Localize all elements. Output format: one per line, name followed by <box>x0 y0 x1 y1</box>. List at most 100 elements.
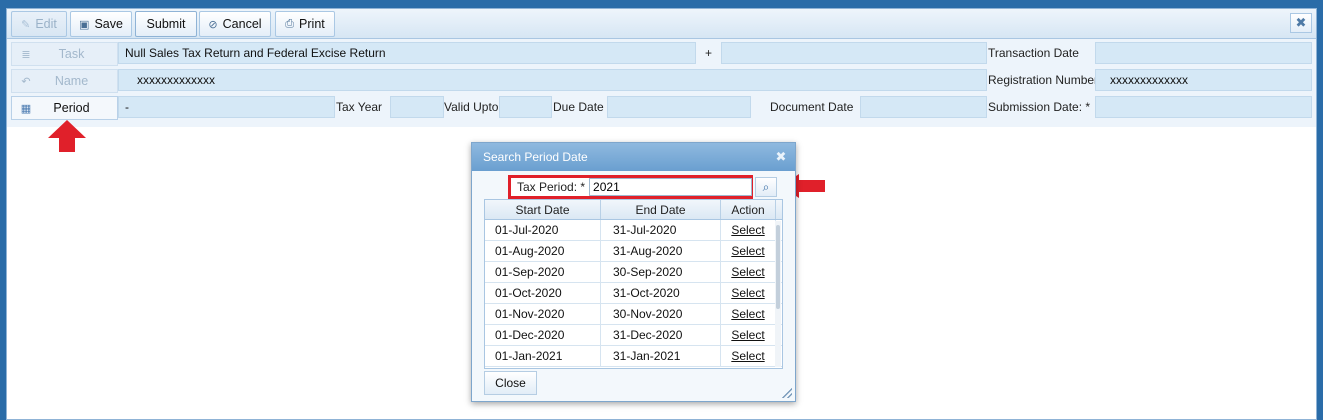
name-field[interactable]: xxxxxxxxxxxxx <box>118 69 987 91</box>
table-row: 01-Aug-2020 31-Aug-2020 Select <box>485 241 782 262</box>
action-cell: Select <box>721 262 776 282</box>
select-link[interactable]: Select <box>731 349 764 363</box>
action-cell: Select <box>721 283 776 303</box>
end-date-cell: 30-Sep-2020 <box>601 262 721 282</box>
submission-date-field[interactable] <box>1095 96 1312 118</box>
sidebar-item-label: Task <box>58 47 85 61</box>
dialog-titlebar[interactable]: Search Period Date ✖ <box>472 143 795 171</box>
table-row: 01-Jan-2021 31-Jan-2021 Select <box>485 346 782 367</box>
select-link[interactable]: Select <box>731 307 764 321</box>
close-button[interactable]: Close <box>484 371 537 395</box>
start-date-cell: 01-Nov-2020 <box>485 304 601 324</box>
tax-period-input[interactable] <box>589 178 753 196</box>
sidebar-item-label: Period <box>53 101 90 115</box>
form-area: ≣ Task Null Sales Tax Return and Federal… <box>7 39 1316 127</box>
close-icon: ✖ <box>1295 15 1307 30</box>
dialog-title: Search Period Date <box>483 150 588 164</box>
select-link[interactable]: Select <box>731 223 764 237</box>
sidebar-item-label: Name <box>54 74 89 88</box>
valid-upto-field[interactable] <box>499 96 552 118</box>
valid-upto-label: Valid Upto <box>444 100 499 114</box>
search-period-dialog: Search Period Date ✖ Tax Period: * ⌕ Sta… <box>471 142 796 402</box>
due-date-label: Due Date <box>553 100 604 114</box>
edit-button-label: Edit <box>35 17 57 31</box>
print-button[interactable]: ⎙ Print <box>275 11 335 37</box>
select-link[interactable]: Select <box>731 328 764 342</box>
start-date-cell: 01-Dec-2020 <box>485 325 601 345</box>
save-button[interactable]: ▣ Save <box>70 11 132 37</box>
print-button-label: Print <box>299 17 325 31</box>
submit-button-label: Submit <box>146 17 186 31</box>
select-link[interactable]: Select <box>731 244 764 258</box>
save-button-label: Save <box>94 17 123 31</box>
search-button[interactable]: ⌕ <box>755 177 777 197</box>
action-cell: Select <box>721 241 776 261</box>
end-date-cell: 31-Dec-2020 <box>601 325 721 345</box>
list-icon: ≣ <box>21 48 31 61</box>
edit-button[interactable]: ✎ Edit <box>11 11 67 37</box>
action-cell: Select <box>721 325 776 345</box>
tax-year-field[interactable] <box>390 96 444 118</box>
sidebar-item-name[interactable]: ↶ Name <box>11 69 118 93</box>
transaction-date-field[interactable] <box>1095 42 1312 64</box>
column-header-action[interactable]: Action <box>721 200 776 219</box>
start-date-cell: 01-Jan-2021 <box>485 346 601 366</box>
select-link[interactable]: Select <box>731 286 764 300</box>
tax-period-label: Tax Period: * <box>517 180 586 194</box>
floppy-disk-icon: ▣ <box>79 18 90 31</box>
pencil-icon: ✎ <box>21 18 31 31</box>
table-row: 01-Nov-2020 30-Nov-2020 Select <box>485 304 782 325</box>
toolbar: ✎ Edit ▣ Save Submit ⊘ Cancel ⎙ Print ✖ <box>7 9 1316 39</box>
end-date-cell: 31-Jul-2020 <box>601 220 721 240</box>
table-row: 01-Dec-2020 31-Dec-2020 Select <box>485 325 782 346</box>
window-close-button[interactable]: ✖ <box>1290 13 1312 33</box>
column-header-end-date[interactable]: End Date <box>601 200 721 219</box>
sidebar-item-period[interactable]: ▦ Period <box>11 96 118 120</box>
period-field[interactable]: - <box>118 96 335 118</box>
scrollbar-thumb[interactable] <box>776 225 780 309</box>
end-date-cell: 30-Nov-2020 <box>601 304 721 324</box>
transaction-date-label: Transaction Date <box>988 46 1079 60</box>
table-scrollbar[interactable] <box>775 221 781 367</box>
plus-button[interactable]: + <box>705 42 712 64</box>
select-link[interactable]: Select <box>731 265 764 279</box>
undo-icon: ↶ <box>21 75 31 88</box>
sidebar-item-task[interactable]: ≣ Task <box>11 42 118 66</box>
start-date-cell: 01-Sep-2020 <box>485 262 601 282</box>
column-header-start-date[interactable]: Start Date <box>485 200 601 219</box>
table-row: 01-Oct-2020 31-Oct-2020 Select <box>485 283 782 304</box>
end-date-cell: 31-Aug-2020 <box>601 241 721 261</box>
registration-number-label: Registration Number <box>988 73 1099 87</box>
action-cell: Select <box>721 220 776 240</box>
submit-button[interactable]: Submit <box>135 11 197 37</box>
action-cell: Select <box>721 304 776 324</box>
search-icon: ⌕ <box>762 179 770 194</box>
end-date-cell: 31-Oct-2020 <box>601 283 721 303</box>
cancel-icon: ⊘ <box>208 18 218 31</box>
table-row: 01-Sep-2020 30-Sep-2020 Select <box>485 262 782 283</box>
document-date-field[interactable] <box>860 96 987 118</box>
resize-grip-icon[interactable] <box>782 388 792 398</box>
cancel-button-label: Cancel <box>222 17 262 31</box>
document-date-label: Document Date <box>770 100 854 114</box>
action-cell: Select <box>721 346 776 366</box>
submission-date-label: Submission Date: * <box>988 100 1091 114</box>
cancel-button[interactable]: ⊘ Cancel <box>199 11 271 37</box>
start-date-cell: 01-Oct-2020 <box>485 283 601 303</box>
task-extra-field[interactable] <box>721 42 987 64</box>
end-date-cell: 31-Jan-2021 <box>601 346 721 366</box>
tax-year-label: Tax Year <box>336 100 383 114</box>
table-row: 01-Jul-2020 31-Jul-2020 Select <box>485 220 782 241</box>
period-table: Start Date End Date Action 01-Jul-2020 3… <box>484 199 783 369</box>
tax-period-highlight: Tax Period: * <box>508 175 753 199</box>
annotation-arrow-up <box>48 120 86 152</box>
due-date-field[interactable] <box>607 96 751 118</box>
registration-number-field[interactable]: xxxxxxxxxxxxx <box>1095 69 1312 91</box>
start-date-cell: 01-Jul-2020 <box>485 220 601 240</box>
printer-icon: ⎙ <box>285 17 295 30</box>
start-date-cell: 01-Aug-2020 <box>485 241 601 261</box>
calendar-icon: ▦ <box>20 102 32 115</box>
dialog-close-icon[interactable]: ✖ <box>771 149 791 165</box>
table-header: Start Date End Date Action <box>485 200 782 220</box>
task-field[interactable]: Null Sales Tax Return and Federal Excise… <box>118 42 696 64</box>
